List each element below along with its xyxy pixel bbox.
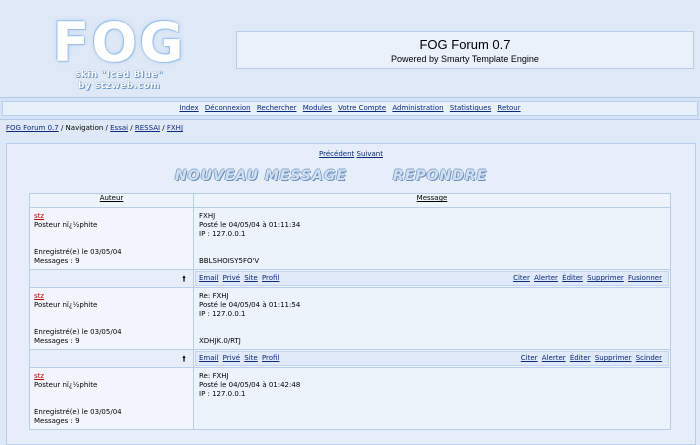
breadcrumb-root[interactable]: FOG Forum 0.7	[6, 124, 59, 132]
new-message-button[interactable]: NOUVEAU MESSAGE	[175, 168, 347, 184]
next-link[interactable]: Suivant	[357, 150, 383, 158]
author-name[interactable]: stz	[34, 372, 44, 380]
split-link[interactable]: Scinder	[636, 354, 662, 362]
menu-statistics[interactable]: Statistiques	[450, 104, 491, 112]
post-date: Posté le 04/05/04 à 01:42:48	[199, 381, 301, 389]
author-rank: Posteur nï¿½phite	[34, 221, 98, 229]
logo-author-text: by stzweb.com	[77, 81, 160, 91]
breadcrumb: FOG Forum 0.7 / Navigation / Essai / RES…	[6, 124, 183, 132]
menu-modules[interactable]: Modules	[303, 104, 332, 112]
author-name[interactable]: stz	[34, 292, 44, 300]
alert-link[interactable]: Alerter	[534, 274, 558, 282]
profile-link[interactable]: Profil	[262, 274, 279, 282]
post-body: BBLSHOISY5FO'V	[199, 257, 260, 265]
post-author-cell: stz Posteur nï¿½phite Enregistré(e) le 0…	[29, 287, 194, 350]
author-rank: Posteur nï¿½phite	[34, 301, 98, 309]
post-row: stz Posteur nï¿½phite Enregistré(e) le 0…	[29, 207, 671, 270]
author-message-count: Messages : 9	[34, 337, 80, 345]
pager: Précédent Suivant	[7, 150, 695, 158]
author-registered: Enregistré(e) le 03/05/04	[34, 328, 122, 336]
author-name[interactable]: stz	[34, 212, 44, 220]
quote-link[interactable]: Citer	[521, 354, 538, 362]
breadcrumb-sep: /	[160, 124, 167, 132]
logo-skin-text: skin "Iced Blue"	[74, 70, 164, 80]
private-link[interactable]: Privé	[223, 354, 240, 362]
quote-link[interactable]: Citer	[513, 274, 530, 282]
main-menu-bar: Index Déconnexion Rechercher Modules Vot…	[0, 97, 700, 120]
post-date: Posté le 04/05/04 à 01:11:34	[199, 221, 301, 229]
merge-link[interactable]: Fusionner	[628, 274, 662, 282]
post-subject: Re: FXHJ	[199, 372, 229, 380]
arrow-up-icon[interactable]: 🠙	[182, 353, 186, 367]
post-subject: Re: FXHJ	[199, 292, 229, 300]
post-author-cell: stz Posteur nï¿½phite Enregistré(e) le 0…	[29, 367, 194, 430]
post-ip: IP : 127.0.0.1	[199, 230, 246, 238]
private-link[interactable]: Privé	[223, 274, 240, 282]
author-message-count: Messages : 9	[34, 257, 80, 265]
page-subtitle: Powered by Smarty Template Engine	[391, 54, 539, 64]
author-rank: Posteur nï¿½phite	[34, 381, 98, 389]
prev-link[interactable]: Précédent	[319, 150, 354, 158]
author-column-header[interactable]: Auteur	[29, 193, 194, 208]
menu-index[interactable]: Index	[179, 104, 198, 112]
post-row: stz Posteur nï¿½phite Enregistré(e) le 0…	[29, 287, 671, 350]
top-arrow-cell: 🠙	[29, 269, 194, 288]
menu-search[interactable]: Rechercher	[257, 104, 297, 112]
forum-logo: FOG skin "Iced Blue" by stzweb.com	[44, 10, 194, 95]
breadcrumb-navigation: / Navigation /	[58, 124, 111, 132]
post-message-cell: Re: FXHJ Posté le 04/05/04 à 01:42:48 IP…	[193, 367, 671, 430]
post-tools-cell: Email Privé Site Profil Citer Alerter Éd…	[193, 269, 671, 288]
post-ip: IP : 127.0.0.1	[199, 310, 246, 318]
message-column-header[interactable]: Message	[193, 193, 671, 208]
main-menu: Index Déconnexion Rechercher Modules Vot…	[2, 101, 698, 116]
edit-link[interactable]: Éditer	[570, 354, 591, 362]
alert-link[interactable]: Alerter	[542, 354, 566, 362]
delete-link[interactable]: Supprimer	[587, 274, 624, 282]
breadcrumb-ressai[interactable]: RESSAI	[135, 124, 160, 132]
post-subject: FXHJ	[199, 212, 216, 220]
page-title: FOG Forum 0.7	[419, 37, 511, 52]
menu-administration[interactable]: Administration	[392, 104, 443, 112]
post-date: Posté le 04/05/04 à 01:11:54	[199, 301, 301, 309]
breadcrumb-sep: /	[128, 124, 135, 132]
author-message-count: Messages : 9	[34, 417, 80, 425]
reply-button[interactable]: REPONDRE	[393, 168, 487, 184]
arrow-up-icon[interactable]: 🠙	[182, 273, 186, 287]
post-message-cell: FXHJ Posté le 04/05/04 à 01:11:34 IP : 1…	[193, 207, 671, 270]
top-arrow-cell: 🠙	[29, 349, 194, 368]
post-toolbar: Email Privé Site Profil Citer Alerter Éd…	[195, 351, 669, 366]
author-registered: Enregistré(e) le 03/05/04	[34, 248, 122, 256]
site-link[interactable]: Site	[244, 354, 257, 362]
menu-logout[interactable]: Déconnexion	[205, 104, 251, 112]
post-tools-row: 🠙 Email Privé Site Profil Citer Alerter …	[29, 269, 671, 288]
title-box: FOG Forum 0.7 Powered by Smarty Template…	[236, 31, 694, 69]
post-row: stz Posteur nï¿½phite Enregistré(e) le 0…	[29, 367, 671, 430]
breadcrumb-topic[interactable]: FXHJ	[167, 124, 183, 132]
site-link[interactable]: Site	[244, 274, 257, 282]
email-link[interactable]: Email	[199, 354, 218, 362]
post-toolbar: Email Privé Site Profil Citer Alerter Éd…	[195, 271, 669, 286]
post-message-cell: Re: FXHJ Posté le 04/05/04 à 01:11:54 IP…	[193, 287, 671, 350]
email-link[interactable]: Email	[199, 274, 218, 282]
post-author-cell: stz Posteur nï¿½phite Enregistré(e) le 0…	[29, 207, 194, 270]
logo-text: FOG	[52, 11, 186, 74]
profile-link[interactable]: Profil	[262, 354, 279, 362]
post-ip: IP : 127.0.0.1	[199, 390, 246, 398]
posts-table: Auteur Message stz Posteur nï¿½phite Enr…	[29, 193, 671, 430]
delete-link[interactable]: Supprimer	[595, 354, 632, 362]
menu-account[interactable]: Votre Compte	[338, 104, 386, 112]
post-tools-row: 🠙 Email Privé Site Profil Citer Alerter …	[29, 349, 671, 368]
menu-back[interactable]: Retour	[497, 104, 520, 112]
edit-link[interactable]: Éditer	[562, 274, 583, 282]
breadcrumb-essai[interactable]: Essai	[110, 124, 128, 132]
topic-panel: Précédent Suivant NOUVEAU MESSAGE REPOND…	[6, 143, 696, 445]
author-registered: Enregistré(e) le 03/05/04	[34, 408, 122, 416]
post-body: XDHJK.0/RTJ	[199, 337, 241, 345]
post-tools-cell: Email Privé Site Profil Citer Alerter Éd…	[193, 349, 671, 368]
